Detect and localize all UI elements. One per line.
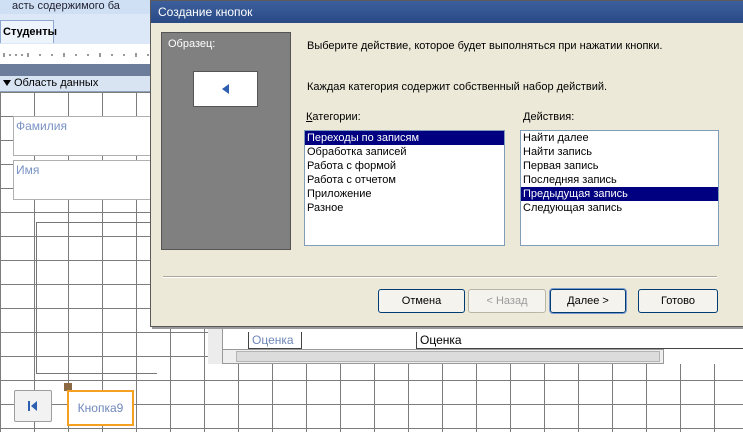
categories-label: Категории: <box>306 111 361 123</box>
category-list-item[interactable]: Обработка записей <box>305 145 504 159</box>
section-header-detail[interactable]: Область данных <box>0 76 160 92</box>
category-list-item[interactable]: Приложение <box>305 187 504 201</box>
preview-panel <box>161 32 291 250</box>
actions-listbox[interactable]: Найти далее Найти запись Первая запись Посл… <box>520 130 719 246</box>
action-list-item[interactable]: Последняя запись <box>521 173 718 187</box>
instruction-text-2: Каждая категория содержит собственный на… <box>307 81 608 93</box>
section-collapse-icon <box>3 80 11 87</box>
subform-field-grade[interactable]: Оценка <box>416 332 743 349</box>
ruler-band <box>0 64 160 76</box>
dialog-titlebar[interactable]: Создание кнопок <box>151 1 743 23</box>
category-list-item[interactable]: Разное <box>305 201 504 215</box>
first-record-icon <box>28 401 37 411</box>
subform-label-text: Оценка <box>252 333 294 347</box>
dialog-title: Создание кнопок <box>158 5 253 19</box>
subform-label-grade[interactable]: Оценка <box>248 332 302 349</box>
section-label: Область данных <box>14 77 99 89</box>
actions-label: Действия: <box>523 111 575 123</box>
preview-button <box>193 71 258 107</box>
action-list-item[interactable]: Найти запись <box>521 145 718 159</box>
action-list-item[interactable]: Найти далее <box>521 131 718 145</box>
categories-listbox[interactable]: Переходы по записям Обработка записей Рабо… <box>304 130 505 246</box>
subform-selector-strip <box>208 328 223 364</box>
ruler-ticks <box>3 53 149 57</box>
back-button[interactable]: < Назад <box>468 289 546 313</box>
header-fragment-text: асть содержимого ба <box>12 0 120 12</box>
subform-outline <box>36 222 157 374</box>
category-list-item[interactable]: Переходы по записям <box>305 131 504 145</box>
category-list-item[interactable]: Работа с формой <box>305 159 504 173</box>
subform-field-text: Оценка <box>420 333 462 347</box>
field-name-label: Имя <box>16 163 40 177</box>
button-kopka9[interactable]: Кнопка9 <box>67 390 134 426</box>
action-list-item[interactable]: Следующая запись <box>521 201 718 215</box>
field-name-box[interactable]: Имя <box>13 160 160 200</box>
command-button-wizard-dialog: Создание кнопок Образец: Выберите действ… <box>150 0 743 327</box>
tab-students[interactable]: Студенты <box>0 20 57 43</box>
dialog-divider <box>163 276 717 278</box>
instruction-text-1: Выберите действие, которое будет выполня… <box>307 40 663 52</box>
previous-record-icon <box>222 84 229 94</box>
preview-label: Образец: <box>168 38 216 50</box>
horizontal-ruler <box>0 44 160 65</box>
action-list-item[interactable]: Предыдущая запись <box>521 187 718 201</box>
next-button[interactable]: Далее > <box>549 288 627 314</box>
category-list-item[interactable]: Работа с отчетом <box>305 173 504 187</box>
cancel-button[interactable]: Отмена <box>378 289 465 313</box>
field-surname-box[interactable]: Фамилия <box>13 116 160 156</box>
field-surname-label: Фамилия <box>16 119 67 133</box>
first-record-button[interactable] <box>14 390 52 422</box>
action-list-item[interactable]: Первая запись <box>521 159 718 173</box>
finish-button[interactable]: Готово <box>638 289 718 313</box>
scrollbar-thumb[interactable] <box>236 351 660 362</box>
